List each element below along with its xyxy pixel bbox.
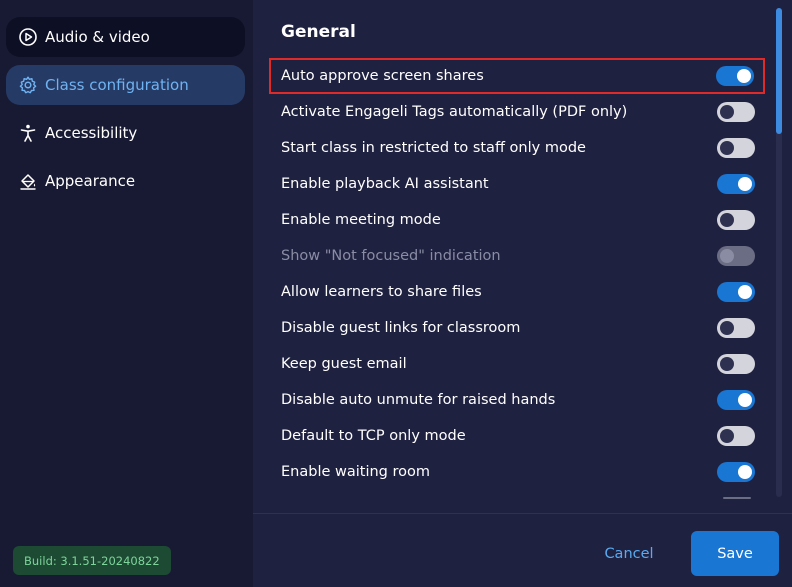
toggle-switch[interactable] (717, 210, 755, 230)
setting-row-meeting-mode: Enable meeting mode (269, 202, 765, 238)
accessibility-icon (18, 123, 38, 143)
settings-panel: General Auto approve screen shares Activ… (253, 0, 792, 587)
setting-label: Enable meeting mode (281, 212, 441, 228)
toggle-switch[interactable] (717, 426, 755, 446)
setting-label: Enable playback AI assistant (281, 176, 489, 192)
scrollbar-thumb[interactable] (776, 8, 782, 134)
sidebar-item-label: Audio & video (45, 28, 150, 46)
next-toggle-peek (723, 497, 751, 499)
toggle-switch[interactable] (717, 354, 755, 374)
sidebar: Audio & video Class configuration Access… (0, 0, 253, 587)
toggle-switch (717, 246, 755, 266)
toggle-switch[interactable] (717, 282, 755, 302)
paint-bucket-icon (18, 171, 38, 191)
toggle-switch[interactable] (717, 174, 755, 194)
toggle-switch[interactable] (717, 390, 755, 410)
setting-label: Show "Not focused" indication (281, 248, 501, 264)
toggle-switch[interactable] (716, 66, 754, 86)
toggle-switch[interactable] (717, 102, 755, 122)
save-button[interactable]: Save (691, 531, 779, 576)
setting-label: Activate Engageli Tags automatically (PD… (281, 104, 628, 120)
setting-label: Allow learners to share files (281, 284, 482, 300)
toggle-switch[interactable] (717, 318, 755, 338)
section-title: General (281, 22, 356, 42)
setting-row-auto-unmute: Disable auto unmute for raised hands (269, 382, 765, 418)
setting-label: Auto approve screen shares (281, 68, 484, 84)
sidebar-item-label: Class configuration (45, 76, 189, 94)
sidebar-item-label: Accessibility (45, 124, 138, 142)
sidebar-item-class-configuration[interactable]: Class configuration (6, 65, 245, 105)
toggle-switch[interactable] (717, 462, 755, 482)
sidebar-item-accessibility[interactable]: Accessibility (6, 113, 245, 153)
setting-label: Keep guest email (281, 356, 407, 372)
build-version-badge: Build: 3.1.51-20240822 (13, 546, 171, 575)
setting-row-auto-approve-screen-shares: Auto approve screen shares (269, 58, 765, 94)
setting-label: Enable waiting room (281, 464, 431, 480)
setting-row-playback-ai: Enable playback AI assistant (269, 166, 765, 202)
footer-divider (253, 513, 792, 514)
setting-row-restricted-mode: Start class in restricted to staff only … (269, 130, 765, 166)
setting-row-guest-links: Disable guest links for classroom (269, 310, 765, 346)
cancel-button[interactable]: Cancel (597, 540, 661, 568)
setting-row-share-files: Allow learners to share files (269, 274, 765, 310)
sidebar-item-label: Appearance (45, 172, 136, 190)
setting-label: Start class in restricted to staff only … (281, 140, 586, 156)
toggle-switch[interactable] (717, 138, 755, 158)
play-circle-icon (18, 27, 38, 47)
sidebar-item-audio-video[interactable]: Audio & video (6, 17, 245, 57)
setting-row-waiting-room: Enable waiting room (269, 454, 765, 490)
setting-row-not-focused: Show "Not focused" indication (269, 238, 765, 274)
setting-row-guest-email: Keep guest email (269, 346, 765, 382)
setting-row-tcp-mode: Default to TCP only mode (269, 418, 765, 454)
gear-icon (18, 75, 38, 95)
sidebar-item-appearance[interactable]: Appearance (6, 161, 245, 201)
setting-label: Default to TCP only mode (281, 428, 466, 444)
setting-label: Disable auto unmute for raised hands (281, 392, 556, 408)
setting-label: Disable guest links for classroom (281, 320, 521, 336)
setting-row-engageli-tags: Activate Engageli Tags automatically (PD… (269, 94, 765, 130)
